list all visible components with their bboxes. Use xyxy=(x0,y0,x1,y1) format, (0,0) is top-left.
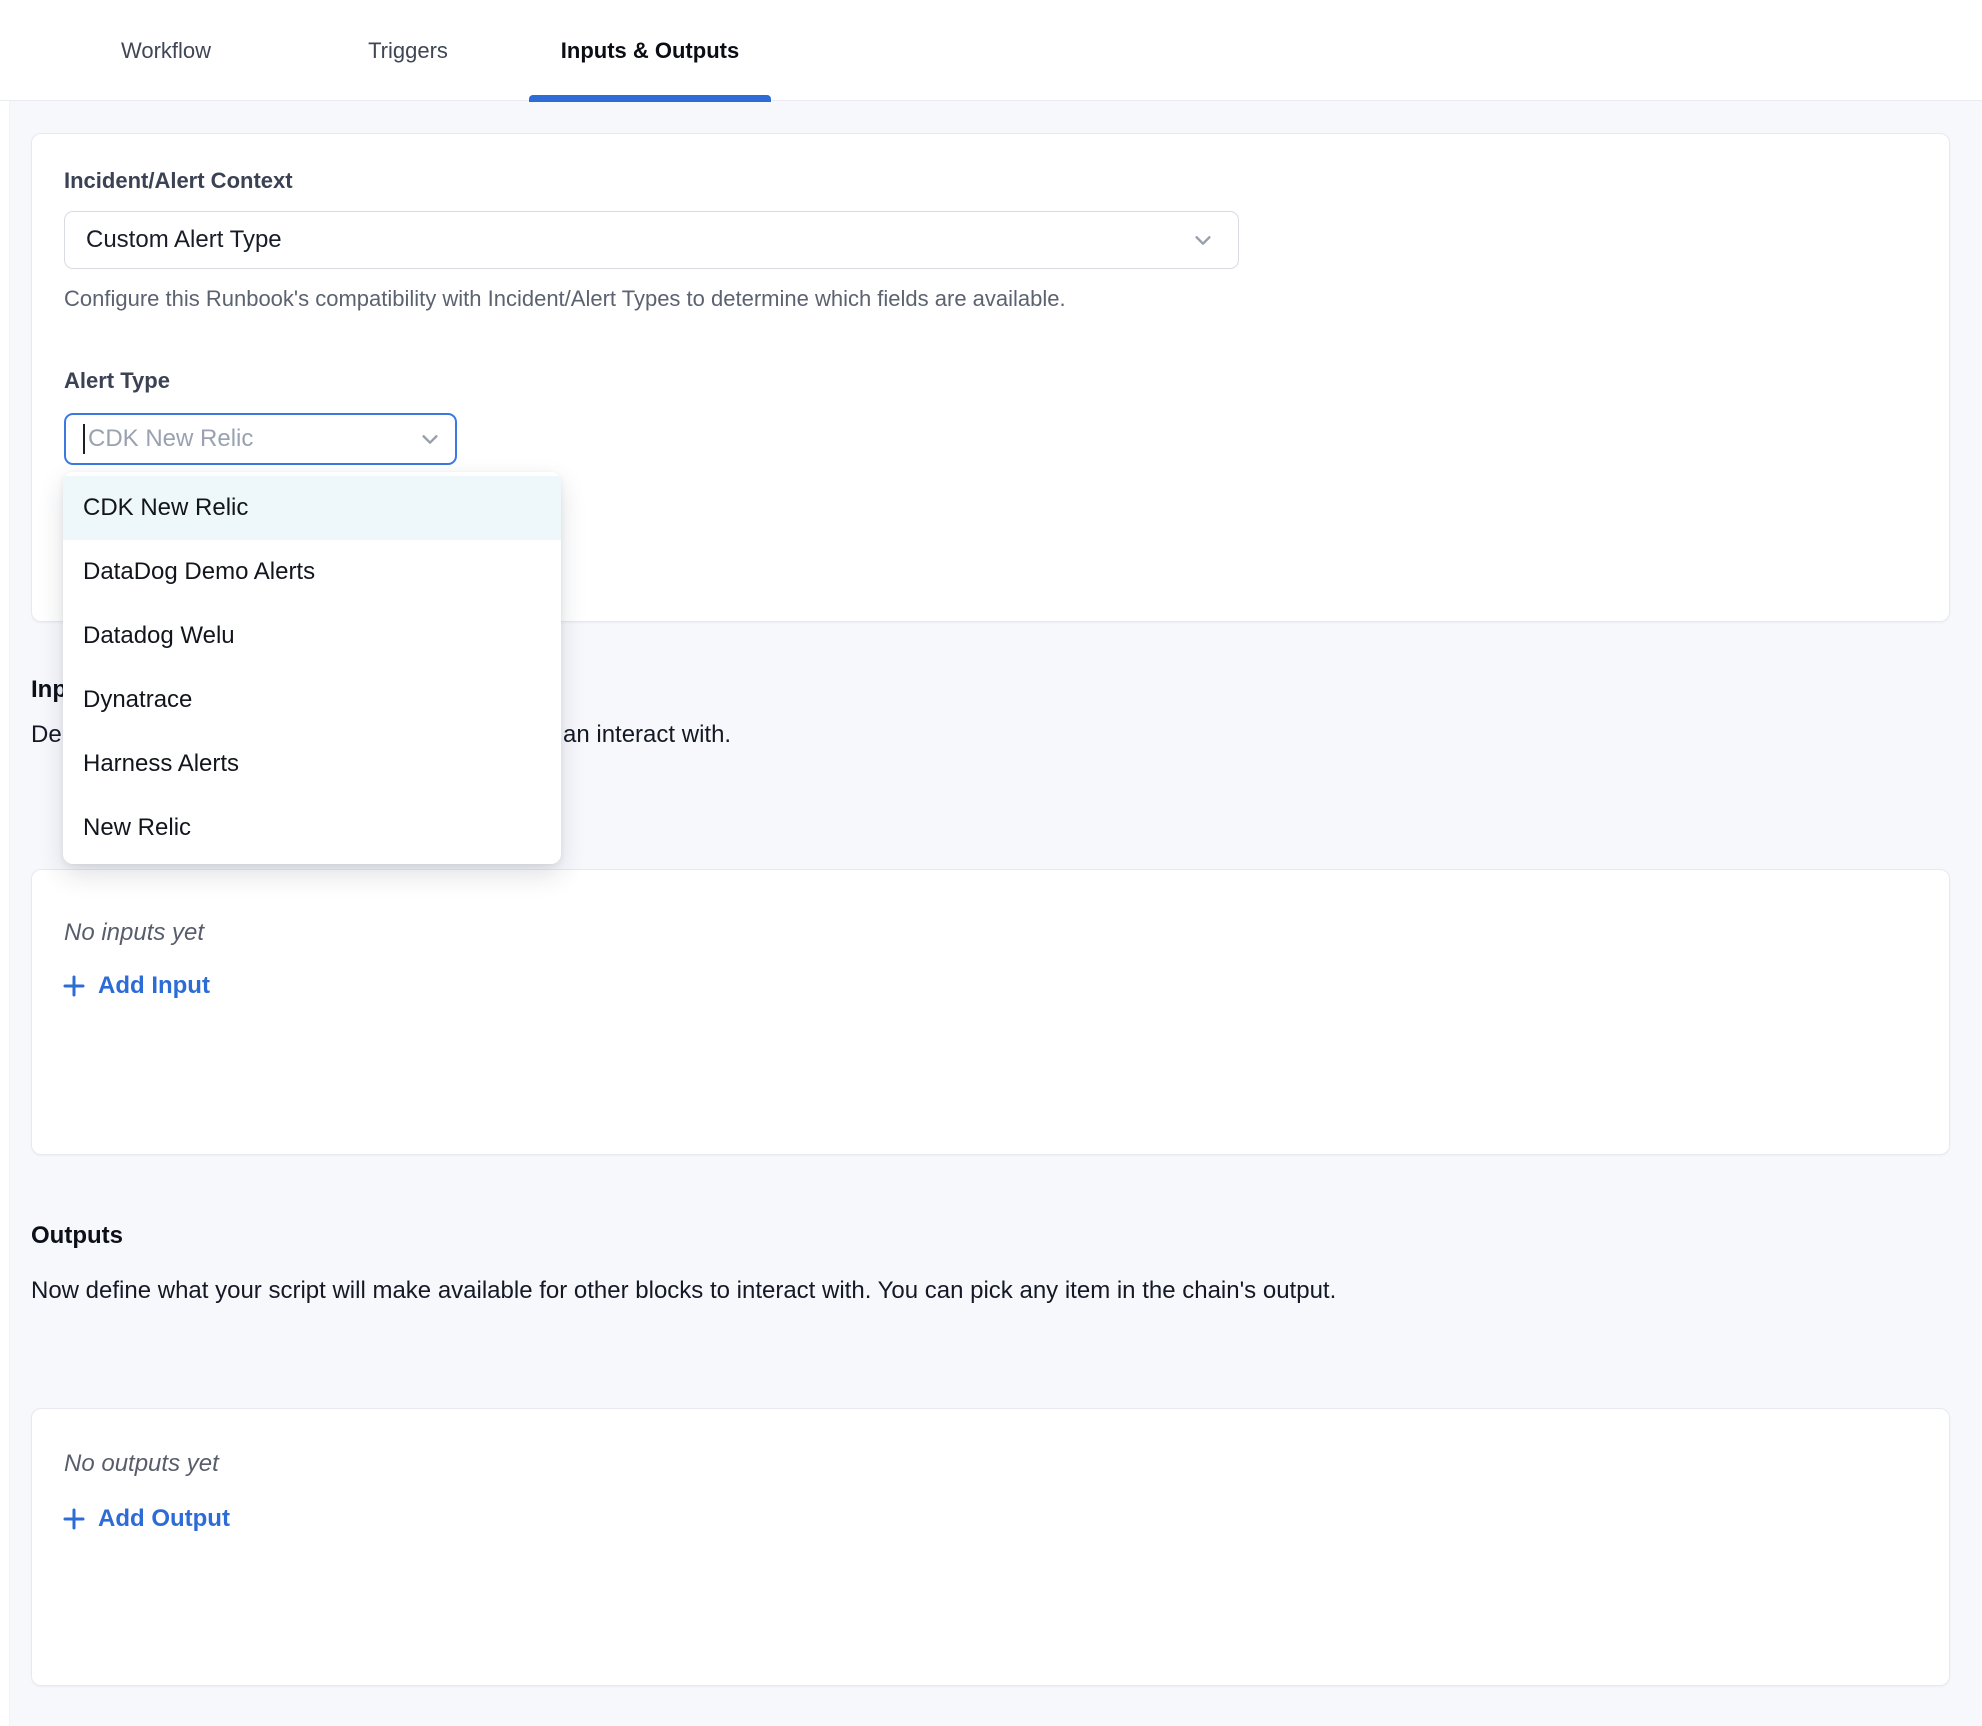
plus-icon xyxy=(62,974,86,998)
outputs-section-description: Now define what your script will make av… xyxy=(31,1277,1336,1305)
inputs-section-description-left: De xyxy=(31,721,62,749)
tab-bar: Workflow Triggers Inputs & Outputs xyxy=(0,0,1982,101)
incident-alert-context-select[interactable]: Custom Alert Type xyxy=(64,211,1239,269)
tab-inputs-outputs-label: Inputs & Outputs xyxy=(561,38,739,64)
dropdown-option[interactable]: DataDog Demo Alerts xyxy=(63,540,561,604)
alert-type-dropdown: CDK New RelicDataDog Demo AlertsDatadog … xyxy=(63,472,561,864)
chevron-down-icon xyxy=(1192,229,1214,251)
incident-alert-context-label: Incident/Alert Context xyxy=(64,168,293,194)
outputs-empty-text: No outputs yet xyxy=(64,1450,219,1478)
tab-workflow[interactable]: Workflow xyxy=(45,0,287,101)
alert-type-label: Alert Type xyxy=(64,368,170,394)
dropdown-option[interactable]: Harness Alerts xyxy=(63,732,561,796)
add-output-button[interactable]: Add Output xyxy=(62,1505,230,1533)
left-edge-panel xyxy=(0,0,10,1726)
dropdown-option[interactable]: Dynatrace xyxy=(63,668,561,732)
inputs-section-description-right: an interact with. xyxy=(563,721,731,749)
dropdown-option[interactable]: CDK New Relic xyxy=(63,476,561,540)
active-tab-indicator xyxy=(529,95,771,102)
page: Workflow Triggers Inputs & Outputs Incid… xyxy=(0,0,1982,1726)
dropdown-option[interactable]: Datadog Welu xyxy=(63,604,561,668)
inputs-card: No inputs yet Add Input xyxy=(31,869,1950,1155)
add-input-button[interactable]: Add Input xyxy=(62,972,210,1000)
tab-inputs-outputs[interactable]: Inputs & Outputs xyxy=(529,0,771,101)
incident-alert-context-help: Configure this Runbook's compatibility w… xyxy=(64,286,1066,312)
chevron-down-icon xyxy=(419,428,441,450)
alert-type-combobox[interactable] xyxy=(64,413,457,465)
add-output-label: Add Output xyxy=(98,1505,230,1533)
add-input-label: Add Input xyxy=(98,972,210,1000)
outputs-section-heading: Outputs xyxy=(31,1222,123,1250)
alert-type-input[interactable] xyxy=(85,425,419,453)
plus-icon xyxy=(62,1507,86,1531)
outputs-card: No outputs yet Add Output xyxy=(31,1408,1950,1686)
tab-workflow-label: Workflow xyxy=(121,38,211,64)
inputs-empty-text: No inputs yet xyxy=(64,919,204,947)
tab-triggers-label: Triggers xyxy=(368,38,448,64)
incident-alert-context-value: Custom Alert Type xyxy=(86,226,1192,254)
tab-triggers[interactable]: Triggers xyxy=(287,0,529,101)
dropdown-option[interactable]: New Relic xyxy=(63,796,561,860)
